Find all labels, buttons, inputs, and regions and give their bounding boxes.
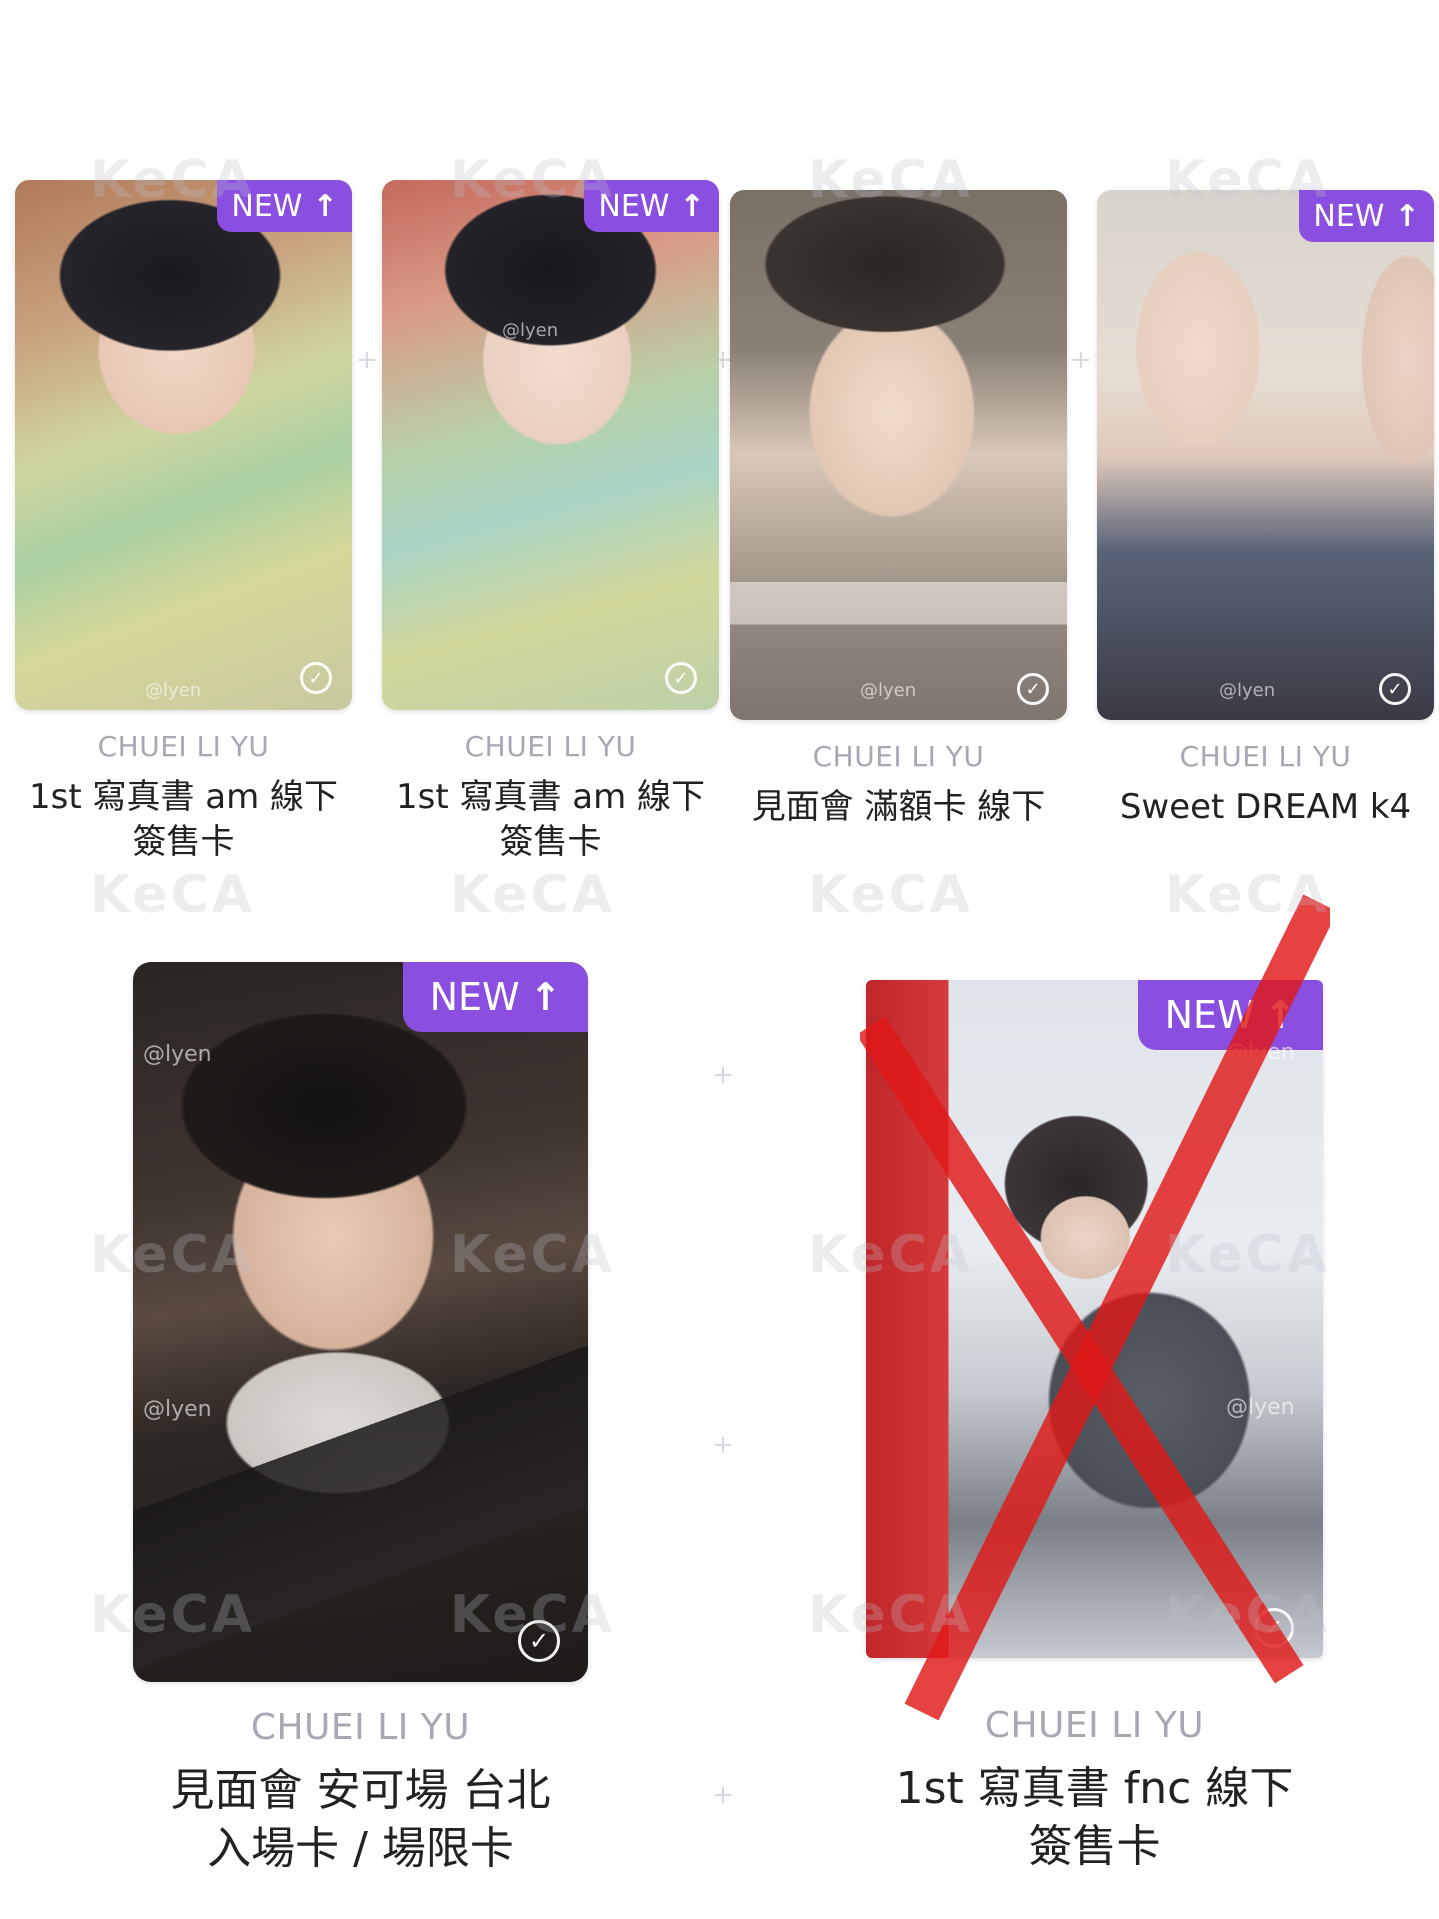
photocard-item[interactable]: NEW ↑ @lyen @lyen ✓ CHUEI LI YU 見面會 安可場 … bbox=[133, 962, 588, 1912]
artist-name: CHUEI LI YU bbox=[464, 730, 637, 763]
card-title: 見面會 滿額卡 線下 bbox=[751, 787, 1046, 827]
new-badge-label: NEW bbox=[429, 975, 520, 1019]
plus-mark: + bbox=[712, 1780, 734, 1810]
card-title: 1st 寫真書 fnc 線下 簽售卡 bbox=[895, 1763, 1294, 1873]
card-title: Sweet DREAM k4 bbox=[1119, 787, 1412, 827]
arrow-up-icon: ↑ bbox=[1394, 198, 1420, 234]
cross-out-mark bbox=[860, 894, 1330, 1720]
plus-mark: + bbox=[356, 345, 378, 375]
card-title: 1st 寫真書 am 線下 簽售卡 bbox=[395, 777, 706, 862]
new-badge: NEW ↑ bbox=[217, 180, 352, 232]
arrow-up-icon: ↑ bbox=[679, 188, 705, 224]
plus-mark: + bbox=[712, 1430, 734, 1460]
photocard-image: NEW ↑ @lyen ✓ bbox=[15, 180, 352, 710]
photocard-item[interactable]: NEW ↑ @lyen ✓ CHUEI LI YU 1st 寫真書 am 線下 … bbox=[382, 180, 719, 880]
photocard-item[interactable]: NEW ↑ @lyen ✓ CHUEI LI YU 1st 寫真書 am 線下 … bbox=[15, 180, 352, 880]
arrow-up-icon: ↑ bbox=[529, 975, 562, 1019]
plus-mark: + bbox=[1070, 345, 1092, 375]
card-title: 見面會 安可場 台北 入場卡 / 場限卡 bbox=[170, 1765, 551, 1875]
photocard-image: NEW ↑ @lyen ✓ bbox=[1097, 190, 1434, 720]
arrow-up-icon: ↑ bbox=[312, 188, 338, 224]
photocard-image: NEW ↑ @lyen @lyen ✓ bbox=[133, 962, 588, 1682]
handle-watermark: @lyen bbox=[145, 680, 202, 701]
artist-name: CHUEI LI YU bbox=[812, 740, 985, 773]
new-badge: NEW ↑ bbox=[1299, 190, 1434, 242]
artist-name: CHUEI LI YU bbox=[1179, 740, 1352, 773]
handle-watermark: @lyen bbox=[143, 1042, 212, 1067]
plus-mark: + bbox=[712, 1060, 734, 1090]
artist-name: CHUEI LI YU bbox=[97, 730, 270, 763]
handle-watermark: @lyen bbox=[502, 320, 559, 341]
new-badge: NEW ↑ bbox=[584, 180, 719, 232]
photocard-item[interactable]: @lyen ✓ CHUEI LI YU 見面會 滿額卡 線下 bbox=[730, 190, 1067, 870]
new-badge-label: NEW bbox=[598, 188, 670, 224]
photocard-item[interactable]: NEW ↑ @lyen ✓ CHUEI LI YU Sweet DREAM k4 bbox=[1097, 190, 1434, 870]
new-badge: NEW ↑ bbox=[403, 962, 588, 1032]
select-check-icon[interactable]: ✓ bbox=[665, 662, 697, 694]
handle-watermark: @lyen bbox=[1219, 680, 1276, 701]
new-badge-label: NEW bbox=[231, 188, 303, 224]
photocard-image: NEW ↑ @lyen ✓ bbox=[382, 180, 719, 710]
handle-watermark: @lyen bbox=[860, 680, 917, 701]
photocard-image: @lyen ✓ bbox=[730, 190, 1067, 720]
card-title: 1st 寫真書 am 線下 簽售卡 bbox=[28, 777, 339, 862]
cross-out-stroke bbox=[904, 894, 1330, 1720]
select-check-icon[interactable]: ✓ bbox=[300, 662, 332, 694]
select-check-icon[interactable]: ✓ bbox=[1379, 673, 1411, 705]
new-badge-label: NEW bbox=[1313, 198, 1385, 234]
select-check-icon[interactable]: ✓ bbox=[1017, 673, 1049, 705]
artist-name: CHUEI LI YU bbox=[250, 1707, 471, 1748]
select-check-icon[interactable]: ✓ bbox=[518, 1620, 560, 1662]
handle-watermark: @lyen bbox=[143, 1397, 212, 1422]
